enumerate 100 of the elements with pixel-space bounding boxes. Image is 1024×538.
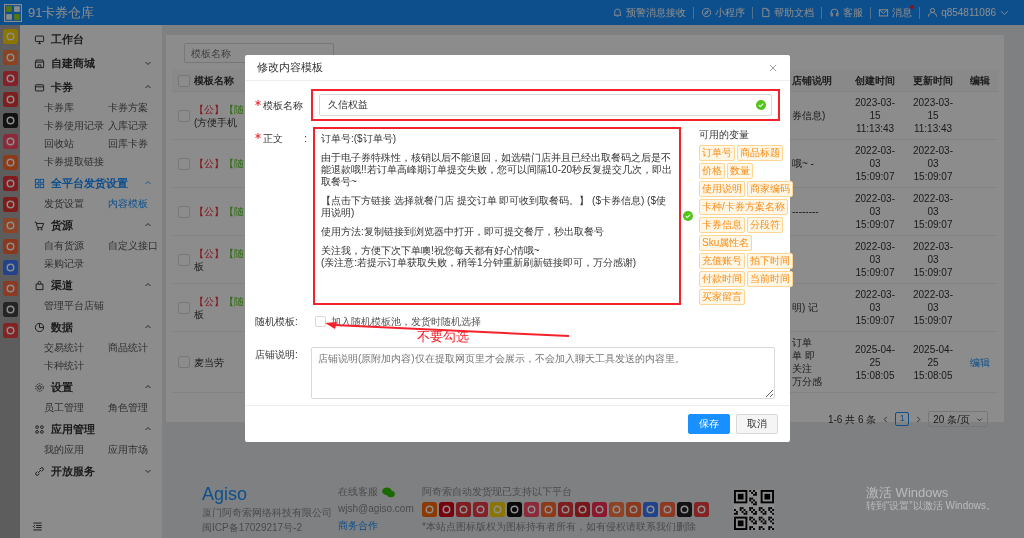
top-link[interactable]: 小程序 — [694, 6, 754, 19]
user-menu[interactable]: q854811086 — [920, 5, 1010, 20]
sidebar-item[interactable]: 员工管理 — [44, 399, 84, 417]
business-link[interactable]: 商务合作 — [338, 520, 422, 532]
sidebar-item[interactable]: 卡券库 — [44, 99, 74, 117]
variable-tag[interactable]: 当前时间 — [747, 271, 793, 287]
checkbox[interactable] — [315, 315, 326, 327]
shop-note: 券信息) — [792, 109, 827, 122]
sidebar-item[interactable]: 内容模板 — [108, 195, 148, 213]
text-line: 关注我，方便下次下单噢!祝您每天都有好心情哦~ — [321, 245, 541, 257]
variable-tag[interactable]: 拍下时间 — [747, 253, 793, 269]
page-button[interactable]: 1 — [895, 412, 910, 426]
variables-title: 可用的变量 — [699, 128, 750, 142]
sidebar-item[interactable]: 商品统计 — [108, 339, 148, 357]
page-size-select[interactable]: 20 条/页 — [928, 411, 988, 427]
variable-tag[interactable]: 卡种/卡券方案名称 — [699, 199, 788, 215]
cancel-button[interactable]: 取消 — [736, 414, 778, 434]
variable-tag[interactable]: 买家留言 — [699, 289, 745, 305]
sidebar-group[interactable]: 应用管理 — [20, 417, 162, 441]
sidebar-group[interactable]: 数据 — [20, 315, 162, 339]
created-time: 2022-03- 03 15:09:07 — [854, 288, 896, 327]
sidebar-item[interactable]: 角色管理 — [108, 399, 148, 417]
variable-tag[interactable]: Sku属性名 — [699, 235, 753, 251]
variable-tag[interactable]: 商家编码 — [747, 181, 793, 197]
close-icon[interactable] — [768, 62, 778, 73]
top-link[interactable]: 预警消息接收 — [605, 6, 695, 19]
chevron-up-icon — [144, 323, 152, 331]
sidebar-group[interactable]: 渠道 — [20, 273, 162, 297]
document-icon — [760, 7, 772, 18]
variable-tag[interactable]: 订单号 — [699, 145, 735, 161]
sidebar-group[interactable]: 全平台发货设置 — [20, 171, 162, 195]
app-icon[interactable] — [2, 71, 18, 86]
column-header: 店铺说明 — [792, 74, 833, 88]
save-button[interactable]: 保存 — [688, 414, 730, 434]
bell-icon — [612, 7, 624, 18]
sidebar-item[interactable]: 卡种统计 — [44, 357, 84, 375]
text-line: 【点击下方链接 选择就餐门店 提交订单 即可收到取餐码。】 ($卡券信息) ($使用说明) — [321, 195, 667, 219]
variable-tag[interactable]: 分段符 — [747, 217, 783, 233]
variable-tag[interactable]: 商品标题 — [737, 145, 783, 161]
sidebar-group[interactable]: 设置 — [20, 375, 162, 399]
sidebar-item[interactable]: 采购记录 — [44, 255, 84, 273]
template-tag: 【随 — [224, 103, 244, 115]
sidebar-item[interactable]: 卡券方案 — [108, 99, 148, 117]
name-field[interactable]: 久信权益 — [319, 94, 772, 116]
app-icon[interactable] — [2, 197, 18, 212]
variable-tag[interactable]: 使用说明 — [699, 181, 745, 197]
app-icon[interactable] — [2, 260, 18, 275]
template-tag: 【公】 — [194, 247, 224, 259]
sidebar-item[interactable]: 入库记录 — [108, 117, 148, 135]
sidebar-group[interactable]: 卡券 — [20, 75, 162, 99]
variable-tag[interactable]: 充值账号 — [699, 253, 745, 269]
platform-icon — [473, 502, 488, 517]
monitor-icon — [34, 33, 45, 45]
sidebar-group[interactable]: 工作台 — [20, 27, 162, 51]
chevron-left-icon — [882, 415, 890, 423]
shop-note-field[interactable]: 店铺说明(原附加内容)仅在提取网页里才会展示，不会加入聊天工具发送的内容里。 — [311, 347, 775, 399]
activation-title: 激活 Windows — [866, 485, 950, 500]
chevron-up-icon — [144, 281, 152, 289]
platform-icon — [558, 502, 573, 517]
chevron-down-icon — [976, 415, 983, 423]
updated-time: 2022-03- 03 15:09:07 — [912, 144, 954, 183]
sidebar-item[interactable]: 自有货源 — [44, 237, 84, 255]
sidebar-item[interactable]: 卡券提取链接 — [44, 153, 104, 171]
variable-tag[interactable]: 价格 — [699, 163, 725, 179]
sidebar-item[interactable]: 自定义接口 — [108, 237, 158, 255]
created-time: 2023-03- 15 11:13:43 — [854, 96, 896, 135]
shop-note: 哦~ - — [792, 157, 815, 170]
sidebar-item[interactable]: 应用市场 — [108, 441, 148, 459]
variable-tag[interactable]: 卡券信息 — [699, 217, 745, 233]
updated-time: 2022-03- 03 15:09:07 — [912, 192, 954, 231]
app-icon[interactable] — [2, 92, 18, 107]
app-icon[interactable] — [2, 113, 18, 128]
sidebar-item[interactable]: 交易统计 — [44, 339, 84, 357]
app-icon[interactable] — [2, 134, 18, 149]
modal-title: 修改内容模板 — [257, 60, 323, 76]
sidebar-item[interactable]: 回收站 — [44, 135, 74, 153]
collapse-menu-icon — [32, 521, 43, 532]
app-icon[interactable] — [2, 302, 18, 317]
sidebar-item[interactable]: 我的应用 — [44, 441, 84, 459]
sidebar-item[interactable]: 发货设置 — [44, 195, 84, 213]
edit-link[interactable]: 编辑 — [970, 356, 990, 368]
chat-icon[interactable] — [382, 486, 395, 498]
template-name: 板 — [194, 259, 205, 273]
chevron-up-icon — [144, 383, 152, 391]
sidebar-item[interactable]: 回库卡券 — [108, 135, 148, 153]
variable-tag[interactable]: 付款时间 — [699, 271, 745, 287]
sidebar-group[interactable]: 开放服务 — [20, 459, 162, 483]
platform-icon — [575, 502, 590, 517]
text-line: 由于电子券特殊性，核销以后不能退回，如选错门店并且已经出取餐码之后是不能退款哦!!若订单高峰期订单提交失败，您可以间隔10-20秒反复提交几次，即出取餐号~ — [321, 152, 673, 188]
top-link[interactable]: 客服 — [822, 6, 872, 19]
variable-tag[interactable]: 数量 — [727, 163, 753, 179]
template-tag: 【公】 — [194, 295, 224, 307]
sidebar-group[interactable]: 货源 — [20, 213, 162, 237]
sidebar-group[interactable]: 自建商城 — [20, 51, 162, 75]
app-icon[interactable] — [2, 323, 18, 338]
app-icon[interactable] — [2, 176, 18, 191]
sidebar-item[interactable]: 卡券使用记录 — [44, 117, 104, 135]
top-link[interactable]: 消息 — [871, 6, 921, 19]
sidebar-item[interactable]: 管理平台店铺 — [44, 297, 104, 315]
top-link[interactable]: 帮助文档 — [753, 6, 823, 19]
